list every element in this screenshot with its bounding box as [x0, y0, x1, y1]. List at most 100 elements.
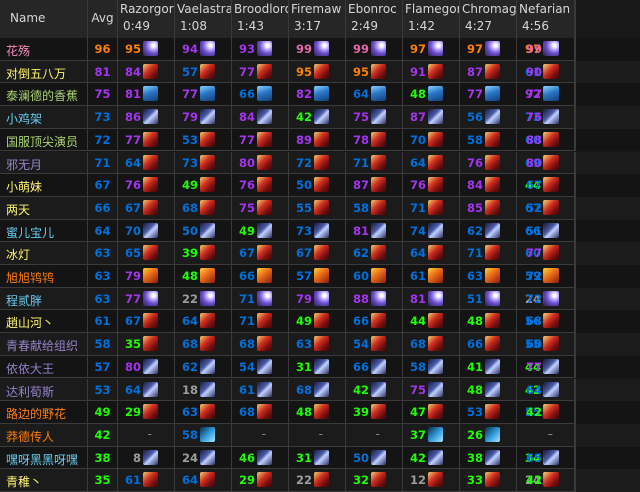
parse-score[interactable]: 99 — [526, 42, 542, 56]
boss-score-cell[interactable]: 67 — [526, 174, 576, 197]
boss-score-cell[interactable]: 63 — [175, 401, 232, 424]
parse-score[interactable]: 18 — [182, 383, 198, 397]
parse-score[interactable]: 84 — [125, 65, 141, 79]
player-name[interactable]: 邪无月 — [6, 156, 42, 173]
player-name[interactable]: 泰澜德的香蕉 — [6, 87, 78, 104]
boss-score-cell[interactable]: 94 — [175, 38, 232, 61]
parse-score[interactable]: 78 — [353, 133, 369, 147]
parse-score[interactable]: 82 — [296, 87, 312, 101]
parse-score[interactable]: 87 — [467, 65, 483, 79]
boss-score-cell[interactable]: 64 — [526, 378, 576, 402]
boss-score-cell[interactable]: 8 — [118, 446, 175, 470]
player-name[interactable]: 程贰胖 — [6, 292, 42, 309]
player-name[interactable]: 趙山河丶 — [6, 314, 54, 331]
player-name[interactable]: 两天 — [6, 201, 30, 218]
parse-score[interactable]: 48 — [467, 383, 483, 397]
boss-score-cell[interactable]: 49 — [232, 219, 289, 243]
boss-score-cell[interactable]: 32 — [346, 469, 403, 492]
boss-score-cell[interactable]: 42 — [289, 106, 346, 129]
parse-score[interactable]: 68 — [239, 337, 255, 351]
player-name[interactable]: 冰灯 — [6, 246, 30, 263]
boss-score-cell[interactable]: 77 — [118, 287, 175, 311]
player-name[interactable]: 国服顶尖演员 — [6, 133, 78, 150]
parse-score[interactable]: 58 — [467, 133, 483, 147]
column-header-boss[interactable]: Broodlord 1:43 — [232, 0, 289, 38]
boss-score-cell[interactable]: 84 — [118, 60, 175, 84]
parse-score[interactable]: 67 — [125, 201, 141, 215]
parse-score[interactable]: 35 — [125, 337, 141, 351]
boss-score-cell[interactable]: 61 — [118, 469, 175, 492]
boss-score-cell[interactable]: 12 — [403, 469, 460, 492]
boss-score-cell[interactable]: 29 — [118, 401, 175, 424]
parse-score[interactable]: 49 — [182, 178, 198, 192]
parse-score[interactable]: 61 — [125, 473, 141, 487]
parse-score[interactable]: 99 — [353, 42, 369, 56]
boss-score-cell[interactable]: 54 — [346, 333, 403, 356]
boss-score-cell[interactable]: 60 — [526, 333, 576, 356]
parse-score[interactable]: 77 — [182, 87, 198, 101]
boss-score-cell[interactable]: 49 — [175, 174, 232, 197]
boss-score-cell[interactable]: 80 — [118, 355, 175, 379]
column-header-boss[interactable]: Chromaggus 4:27 — [460, 0, 517, 38]
boss-score-cell[interactable]: 65 — [118, 242, 175, 265]
parse-score[interactable]: 53 — [467, 405, 483, 419]
column-header-name[interactable]: Name — [0, 0, 88, 38]
parse-score[interactable]: 75 — [353, 110, 369, 124]
boss-score-cell[interactable]: 87 — [403, 106, 460, 129]
boss-score-cell[interactable]: 97 — [403, 38, 460, 61]
player-name[interactable]: 旭旭鸨鸨 — [6, 269, 54, 286]
parse-score[interactable]: 75 — [410, 383, 426, 397]
boss-score-cell[interactable]: 48 — [175, 265, 232, 288]
boss-score-cell[interactable]: 53 — [175, 128, 232, 152]
boss-score-cell[interactable]: 68 — [526, 310, 576, 334]
player-name[interactable]: 花殇 — [6, 42, 30, 59]
parse-score[interactable]: 80 — [125, 360, 141, 374]
player-name[interactable]: 嘿呀黑黑呀嘿 — [6, 451, 78, 468]
boss-score-cell[interactable]: 50 — [346, 446, 403, 470]
boss-score-cell[interactable]: 64 — [175, 469, 232, 492]
boss-score-cell[interactable]: 80 — [232, 151, 289, 175]
parse-score[interactable]: 76 — [410, 178, 426, 192]
parse-score[interactable]: 87 — [410, 110, 426, 124]
parse-score[interactable]: 57 — [296, 269, 312, 283]
column-header-boss[interactable]: Razorgore 0:49 — [118, 0, 175, 38]
parse-score[interactable]: 55 — [296, 201, 312, 215]
boss-score-cell[interactable]: 77 — [526, 242, 576, 265]
boss-score-cell[interactable]: 84 — [460, 174, 517, 197]
parse-score[interactable]: 37 — [410, 428, 426, 442]
boss-score-cell[interactable]: 68 — [289, 378, 346, 402]
boss-score-cell[interactable]: 68 — [232, 333, 289, 356]
parse-score[interactable]: 58 — [353, 201, 369, 215]
boss-score-cell[interactable]: 58 — [460, 128, 517, 152]
parse-score[interactable]: 88 — [526, 133, 542, 147]
parse-score[interactable]: 64 — [410, 156, 426, 170]
parse-score[interactable]: 97 — [467, 42, 483, 56]
parse-score[interactable]: 22 — [182, 292, 198, 306]
parse-score[interactable]: 81 — [125, 87, 141, 101]
boss-score-cell[interactable]: 77 — [232, 128, 289, 152]
parse-score[interactable]: 77 — [125, 133, 141, 147]
parse-score[interactable]: 57 — [182, 65, 198, 79]
parse-score[interactable]: 94 — [182, 42, 198, 56]
parse-score[interactable]: 72 — [526, 269, 542, 283]
parse-score[interactable]: 33 — [467, 473, 483, 487]
parse-score[interactable]: 54 — [353, 337, 369, 351]
parse-score[interactable]: 86 — [125, 110, 141, 124]
parse-score[interactable]: 48 — [410, 87, 426, 101]
parse-score[interactable]: 84 — [467, 178, 483, 192]
parse-score[interactable]: 42 — [526, 473, 542, 487]
parse-score[interactable]: 41 — [467, 360, 483, 374]
parse-score[interactable]: 51 — [526, 224, 542, 238]
boss-score-cell[interactable]: 67 — [118, 196, 175, 220]
parse-score[interactable]: 74 — [410, 224, 426, 238]
parse-score[interactable]: 93 — [239, 42, 255, 56]
boss-score-cell[interactable]: 99 — [346, 38, 403, 61]
boss-score-cell[interactable]: 51 — [526, 219, 576, 243]
boss-score-cell[interactable]: 64 — [346, 83, 403, 107]
parse-score[interactable]: 88 — [353, 292, 369, 306]
parse-score[interactable]: 76 — [467, 156, 483, 170]
parse-score[interactable]: 66 — [353, 360, 369, 374]
boss-score-cell[interactable]: 33 — [460, 469, 517, 492]
boss-score-cell[interactable]: 51 — [460, 287, 517, 311]
player-name[interactable]: 莽德传人 — [6, 428, 54, 445]
